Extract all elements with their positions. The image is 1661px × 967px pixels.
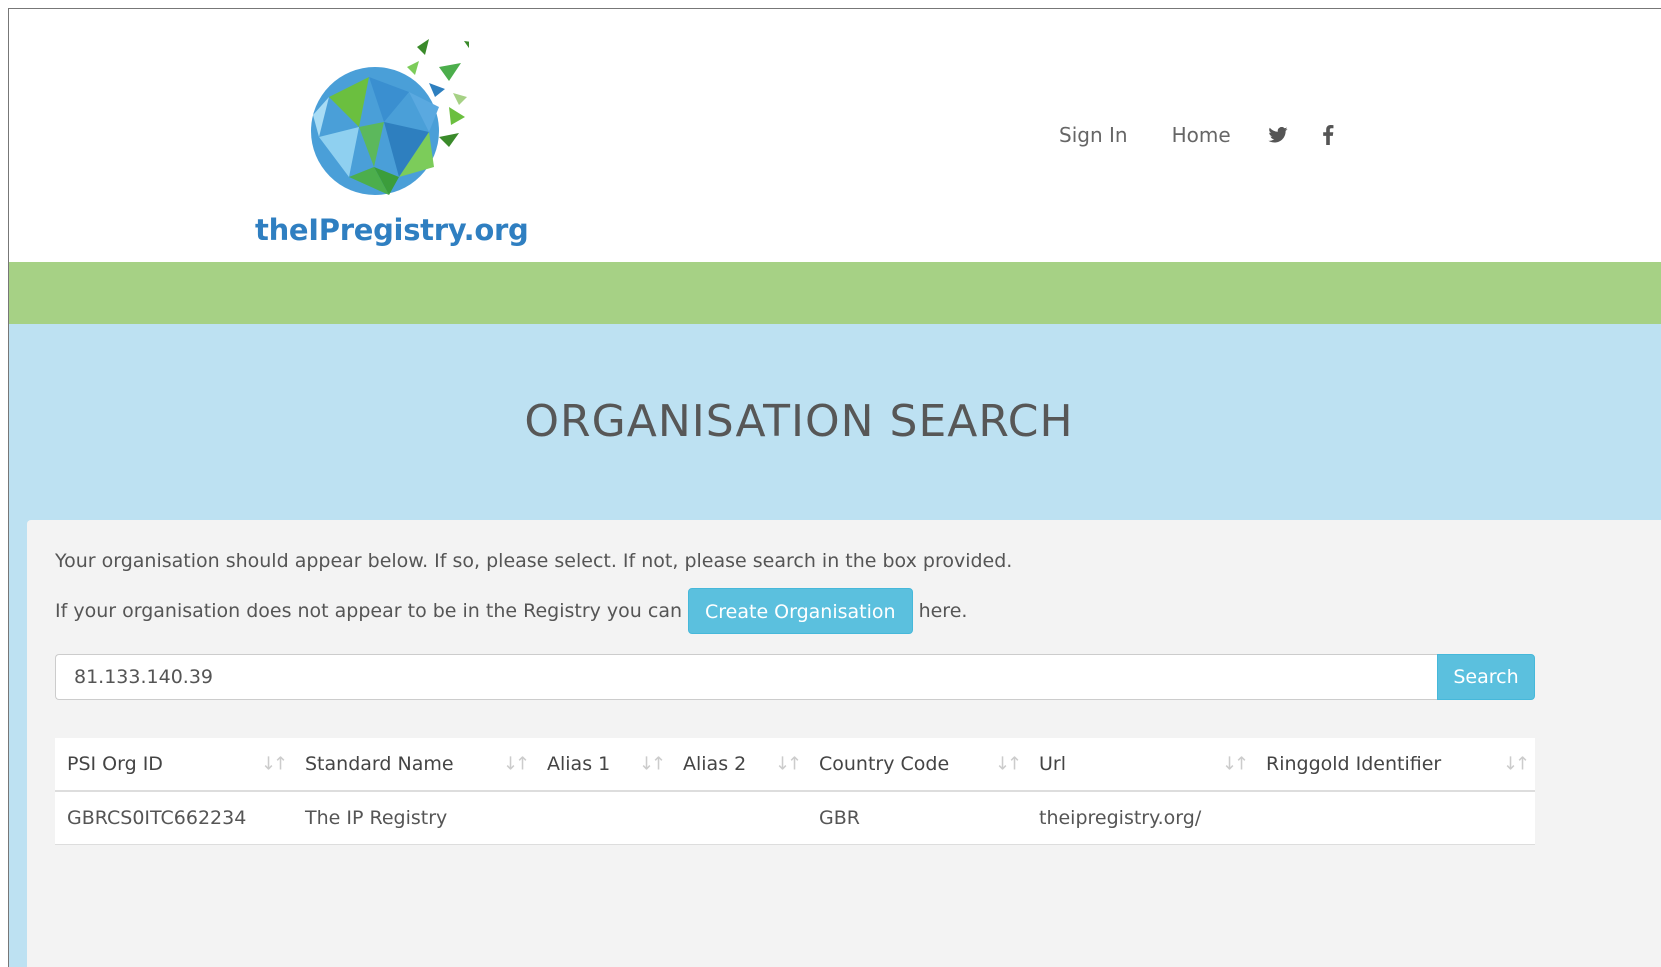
globe-logo-icon (311, 39, 469, 195)
hero-section: ORGANISATION SEARCH Your organisation sh… (9, 324, 1661, 967)
cell-ringgold-identifier (1254, 791, 1535, 845)
sign-in-link[interactable]: Sign In (1059, 123, 1128, 147)
cell-standard-name: The IP Registry (293, 791, 535, 845)
column-header-country-code[interactable]: Country Code ↓↑ (807, 738, 1027, 792)
site-header: theIPregistry.org Sign In Home (9, 9, 1661, 262)
sort-icon[interactable]: ↓↑ (503, 754, 530, 775)
table-row[interactable]: GBRCS0ITC662234 The IP Registry GBR thei… (55, 791, 1535, 845)
column-header-standard-name[interactable]: Standard Name ↓↑ (293, 738, 535, 792)
cell-psi-org-id: GBRCS0ITC662234 (55, 791, 293, 845)
sort-icon[interactable]: ↓↑ (639, 754, 666, 775)
create-suffix-text: here. (918, 600, 968, 622)
search-panel: Your organisation should appear below. I… (27, 520, 1661, 967)
facebook-icon[interactable] (1317, 124, 1339, 146)
top-nav: Sign In Home (1059, 121, 1367, 149)
search-bar: Search (55, 654, 1535, 700)
cell-url: theipregistry.org/ (1027, 791, 1254, 845)
column-header-alias-1[interactable]: Alias 1 ↓↑ (535, 738, 671, 792)
column-header-ringgold-identifier[interactable]: Ringgold Identifier ↓↑ (1254, 738, 1535, 792)
twitter-icon[interactable] (1267, 124, 1289, 146)
page-title: ORGANISATION SEARCH (524, 396, 1074, 447)
sort-icon[interactable]: ↓↑ (775, 754, 802, 775)
column-header-alias-2[interactable]: Alias 2 ↓↑ (671, 738, 807, 792)
create-prefix-text: If your organisation does not appear to … (55, 600, 682, 622)
site-logo[interactable]: theIPregistry.org (249, 37, 529, 247)
cell-alias-1 (535, 791, 671, 845)
sort-icon[interactable]: ↓↑ (1503, 754, 1530, 775)
green-banner (9, 262, 1661, 324)
page-frame: theIPregistry.org Sign In Home ORGANISAT… (8, 8, 1661, 967)
search-input[interactable] (55, 654, 1437, 700)
table-header-row: PSI Org ID ↓↑ Standard Name ↓↑ Alias 1 ↓↑ A… (55, 738, 1535, 792)
create-org-line: If your organisation does not appear to … (55, 588, 967, 634)
column-header-psi-org-id[interactable]: PSI Org ID ↓↑ (55, 738, 293, 792)
create-organisation-button[interactable]: Create Organisation (688, 588, 913, 634)
search-button[interactable]: Search (1437, 654, 1535, 700)
sort-icon[interactable]: ↓↑ (1222, 754, 1249, 775)
cell-alias-2 (671, 791, 807, 845)
sort-icon[interactable]: ↓↑ (995, 754, 1022, 775)
sort-icon[interactable]: ↓↑ (261, 754, 288, 775)
logo-wordmark: theIPregistry.org (255, 213, 529, 247)
results-table: PSI Org ID ↓↑ Standard Name ↓↑ Alias 1 ↓↑ A… (55, 738, 1535, 845)
intro-text: Your organisation should appear below. I… (55, 550, 1013, 572)
home-link[interactable]: Home (1172, 123, 1231, 147)
cell-country-code: GBR (807, 791, 1027, 845)
column-header-url[interactable]: Url ↓↑ (1027, 738, 1254, 792)
